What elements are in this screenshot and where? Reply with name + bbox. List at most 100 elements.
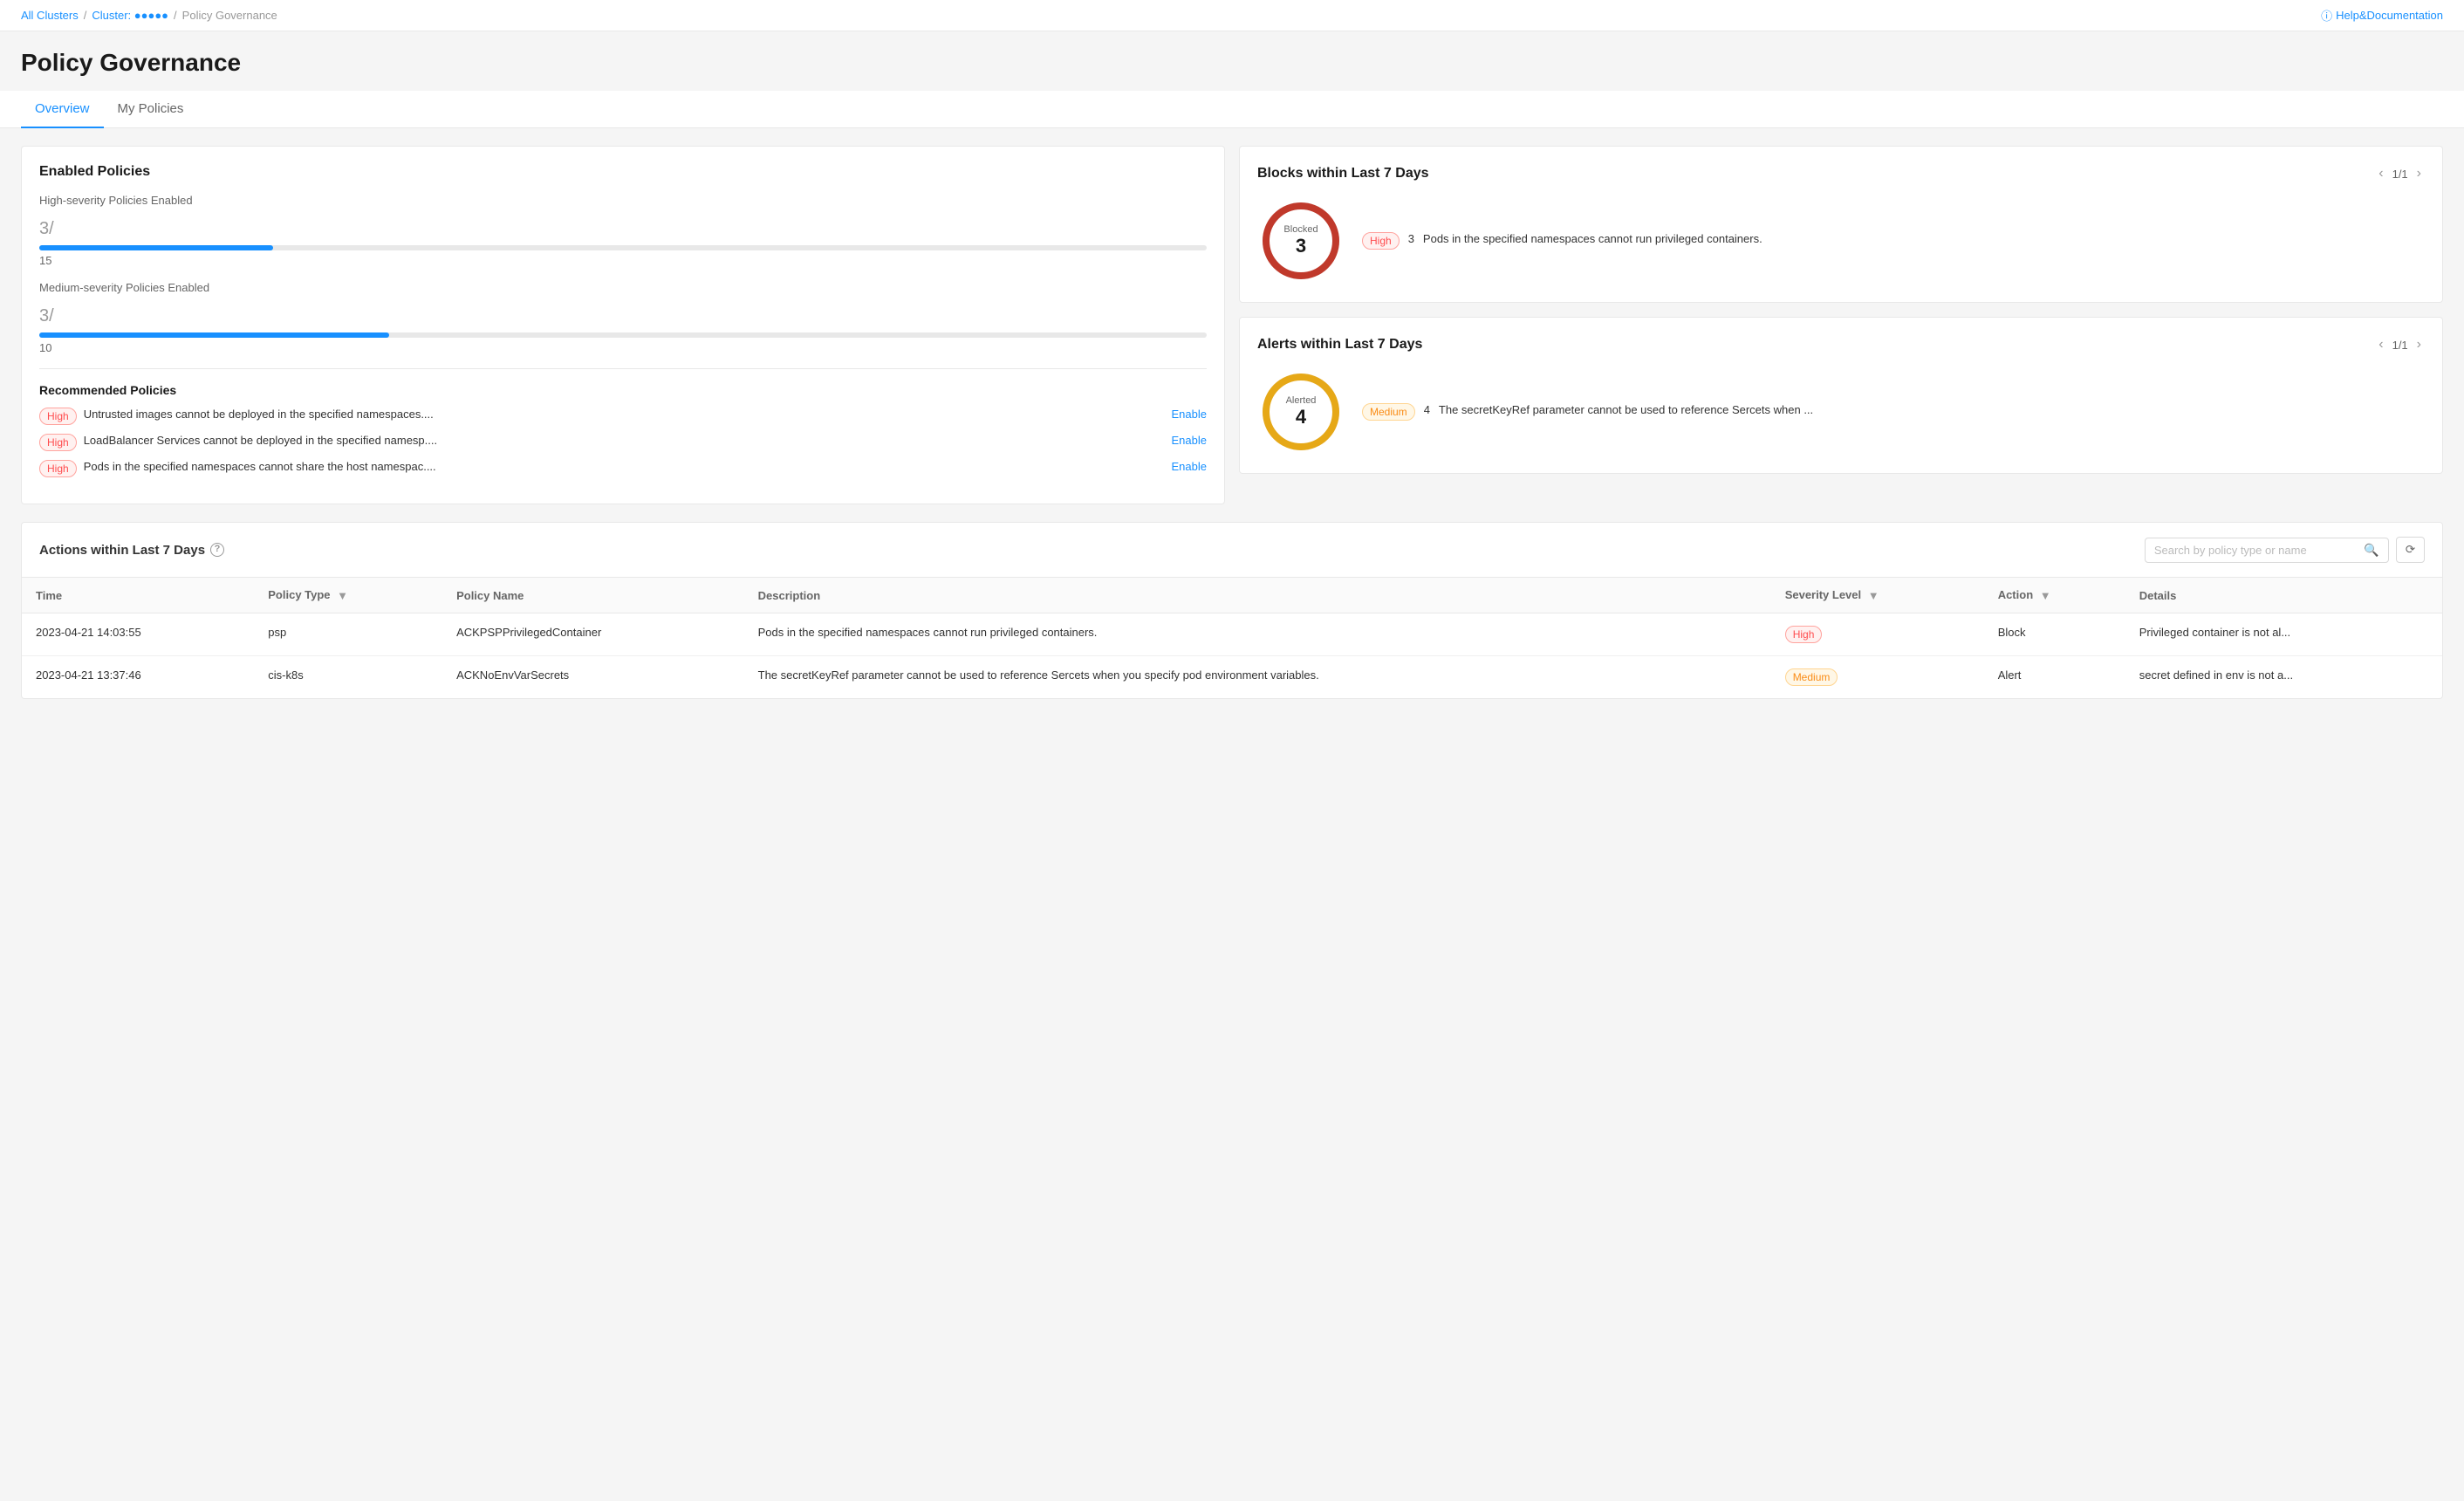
breadcrumb-sep2: / — [174, 9, 177, 22]
table-row: 2023-04-21 13:37:46 cis-k8s ACKNoEnvVarS… — [22, 656, 2442, 699]
rec-item-2: High LoadBalancer Services cannot be dep… — [39, 434, 1207, 451]
breadcrumb-cluster[interactable]: Cluster: ●●●●● — [92, 9, 168, 22]
blocks-items: High 3 Pods in the specified namespaces … — [1362, 232, 1762, 250]
col-time: Time — [22, 578, 254, 613]
row-2-policy-type: cis-k8s — [254, 656, 442, 699]
action-filter-icon[interactable]: ▼ — [2040, 589, 2051, 602]
enabled-policies-card: Enabled Policies High-severity Policies … — [21, 146, 1225, 504]
high-progress-fill — [39, 245, 273, 250]
rec-item-3: High Pods in the specified namespaces ca… — [39, 460, 1207, 477]
row-1-description: Pods in the specified namespaces cannot … — [744, 613, 1771, 656]
row-1-details: Privileged container is not al... — [2125, 613, 2442, 656]
page-content: Policy Governance Overview My Policies E… — [0, 31, 2464, 716]
blocks-donut-text: Blocked — [1283, 224, 1318, 235]
alerts-next-btn[interactable]: › — [2413, 335, 2425, 354]
block-item-1: High 3 Pods in the specified namespaces … — [1362, 232, 1762, 250]
search-row: 🔍 ⟳ — [2145, 537, 2425, 563]
table-header-row: Time Policy Type ▼ Policy Name Descripti… — [22, 578, 2442, 613]
row-2-policy-name: ACKNoEnvVarSecrets — [442, 656, 744, 699]
right-column: Blocks within Last 7 Days ‹ 1/1 › — [1239, 146, 2443, 504]
blocks-prev-btn[interactable]: ‹ — [2375, 164, 2386, 183]
main-grid: Enabled Policies High-severity Policies … — [21, 146, 2443, 504]
blocks-donut: Blocked 3 — [1257, 197, 1345, 284]
high-severity-label: High-severity Policies Enabled — [39, 194, 1207, 207]
breadcrumb-all-clusters[interactable]: All Clusters — [21, 9, 79, 22]
breadcrumb: All Clusters / Cluster: ●●●●● / Policy G… — [21, 9, 277, 22]
help-link[interactable]: ⓘ Help&Documentation — [2321, 7, 2443, 24]
rec-1-text: Untrusted images cannot be deployed in t… — [84, 408, 1165, 421]
search-input[interactable] — [2154, 544, 2359, 557]
alerts-items: Medium 4 The secretKeyRef parameter cann… — [1362, 403, 1813, 421]
col-description: Description — [744, 578, 1771, 613]
policy-type-filter-icon[interactable]: ▼ — [337, 589, 348, 602]
row-1-severity-badge: High — [1785, 626, 1823, 643]
top-bar: All Clusters / Cluster: ●●●●● / Policy G… — [0, 0, 2464, 31]
blocks-next-btn[interactable]: › — [2413, 164, 2425, 183]
high-progress-wrapper — [39, 245, 1207, 250]
rec-item-1: High Untrusted images cannot be deployed… — [39, 408, 1207, 425]
row-2-description: The secretKeyRef parameter cannot be use… — [744, 656, 1771, 699]
alerts-header: Alerts within Last 7 Days ‹ 1/1 › — [1257, 335, 2425, 354]
rec-1-badge: High — [39, 408, 77, 425]
medium-progress-bg — [39, 332, 1207, 338]
row-1-time: 2023-04-21 14:03:55 — [22, 613, 254, 656]
rec-2-badge: High — [39, 434, 77, 451]
tab-my-policies[interactable]: My Policies — [104, 91, 198, 128]
row-2-time: 2023-04-21 13:37:46 — [22, 656, 254, 699]
medium-severity-label: Medium-severity Policies Enabled — [39, 281, 1207, 294]
breadcrumb-current: Policy Governance — [182, 9, 277, 22]
enabled-policies-title: Enabled Policies — [39, 164, 1207, 180]
alerts-donut-row: Alerted 4 Medium 4 The secretKeyRef para… — [1257, 368, 2425, 456]
medium-separator: / — [49, 306, 54, 326]
row-1-policy-type: psp — [254, 613, 442, 656]
row-2-severity-badge: Medium — [1785, 668, 1838, 686]
col-details: Details — [2125, 578, 2442, 613]
col-policy-name: Policy Name — [442, 578, 744, 613]
medium-progress-wrapper — [39, 332, 1207, 338]
alert-1-severity: Medium — [1362, 403, 1415, 421]
col-severity: Severity Level ▼ — [1771, 578, 1984, 613]
medium-severity-section: Medium-severity Policies Enabled 3/ 10 — [39, 281, 1207, 354]
actions-section: Actions within Last 7 Days ? 🔍 ⟳ Time Po… — [21, 522, 2443, 699]
row-2-action: Alert — [1984, 656, 2125, 699]
row-1-severity: High — [1771, 613, 1984, 656]
tab-overview[interactable]: Overview — [21, 91, 104, 128]
alerts-prev-btn[interactable]: ‹ — [2375, 335, 2386, 354]
rec-1-enable-btn[interactable]: Enable — [1172, 408, 1207, 421]
alerts-donut-label: Alerted 4 — [1286, 395, 1317, 428]
medium-progress-fill — [39, 332, 389, 338]
alerts-pagination: ‹ 1/1 › — [2375, 335, 2425, 354]
alert-1-count: 4 — [1424, 403, 1430, 416]
alerts-page-info: 1/1 — [2392, 339, 2408, 352]
blocks-page-info: 1/1 — [2392, 168, 2408, 181]
rec-2-enable-btn[interactable]: Enable — [1172, 434, 1207, 447]
blocks-pagination: ‹ 1/1 › — [2375, 164, 2425, 183]
rec-3-badge: High — [39, 460, 77, 477]
row-2-severity: Medium — [1771, 656, 1984, 699]
recommendations-list: High Untrusted images cannot be deployed… — [39, 408, 1207, 477]
high-separator: / — [49, 219, 54, 238]
high-progress-bg — [39, 245, 1207, 250]
alerts-card: Alerts within Last 7 Days ‹ 1/1 › — [1239, 317, 2443, 474]
actions-title-text: Actions within Last 7 Days — [39, 543, 205, 558]
blocks-title: Blocks within Last 7 Days — [1257, 166, 1429, 182]
blocks-donut-number: 3 — [1283, 235, 1318, 257]
col-policy-type: Policy Type ▼ — [254, 578, 442, 613]
block-1-text: Pods in the specified namespaces cannot … — [1423, 232, 1762, 245]
rec-3-enable-btn[interactable]: Enable — [1172, 460, 1207, 473]
blocks-donut-label: Blocked 3 — [1283, 224, 1318, 257]
high-severity-section: High-severity Policies Enabled 3/ 15 — [39, 194, 1207, 267]
row-1-policy-name: ACKPSPPrivilegedContainer — [442, 613, 744, 656]
blocks-donut-row: Blocked 3 High 3 Pods in the specified n… — [1257, 197, 2425, 284]
block-1-severity: High — [1362, 232, 1400, 250]
alerts-donut: Alerted 4 — [1257, 368, 1345, 456]
search-wrapper: 🔍 — [2145, 538, 2389, 563]
medium-total: 10 — [39, 341, 1207, 354]
row-1-action: Block — [1984, 613, 2125, 656]
divider — [39, 368, 1207, 369]
help-circle-icon[interactable]: ? — [210, 543, 224, 557]
block-1-count: 3 — [1408, 232, 1414, 245]
alert-1-text: The secretKeyRef parameter cannot be use… — [1439, 403, 1813, 416]
severity-filter-icon[interactable]: ▼ — [1868, 589, 1879, 602]
refresh-button[interactable]: ⟳ — [2396, 537, 2425, 563]
